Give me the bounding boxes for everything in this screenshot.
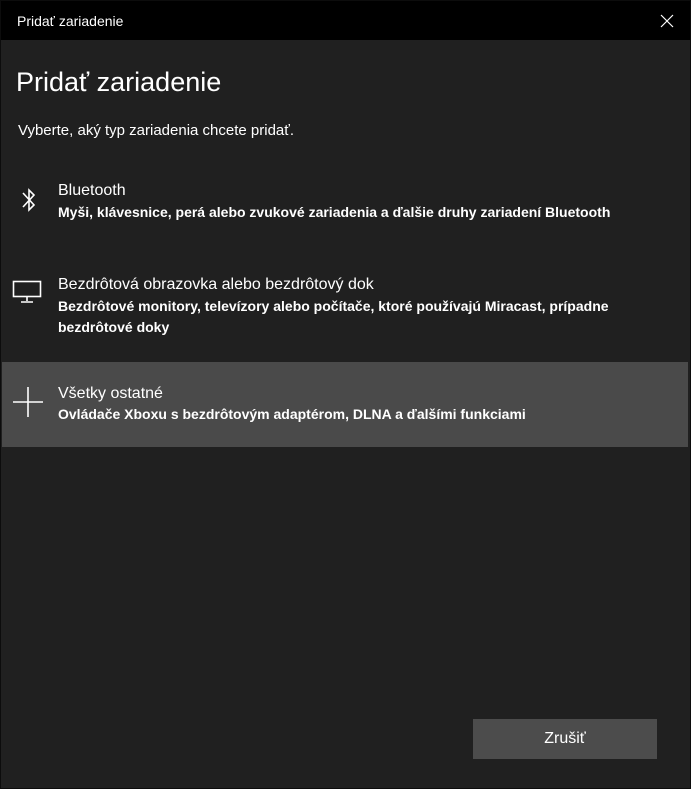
close-icon [660,14,674,28]
monitor-icon [12,279,42,305]
option-bluetooth[interactable]: Bluetooth Myši, klávesnice, perá alebo z… [2,173,688,243]
option-description: Myši, klávesnice, perá alebo zvukové zar… [58,204,611,220]
option-description: Bezdrôtové monitory, televízory alebo po… [58,298,609,335]
title-bar: Pridať zariadenie [1,1,690,40]
page-subtitle: Vyberte, aký typ zariadenia chcete prida… [18,122,295,139]
option-wireless-display[interactable]: Bezdrôtová obrazovka alebo bezdrôtový do… [2,263,688,345]
close-button[interactable] [644,1,690,40]
bluetooth-icon [18,185,40,215]
option-title: Všetky ostatné [58,385,163,402]
page-title: Pridať zariadenie [16,67,222,97]
option-title: Bezdrôtová obrazovka alebo bezdrôtový do… [58,276,374,293]
plus-icon [12,386,44,418]
window-title: Pridať zariadenie [17,13,124,29]
option-description: Ovládače Xboxu s bezdrôtovým adaptérom, … [58,406,526,422]
option-title: Bluetooth [58,182,126,199]
cancel-button[interactable]: Zrušiť [473,719,657,759]
add-device-dialog: Pridať zariadenie Pridať zariadenie Vybe… [1,1,690,788]
option-everything-else[interactable]: Všetky ostatné Ovládače Xboxu s bezdrôto… [2,362,688,447]
